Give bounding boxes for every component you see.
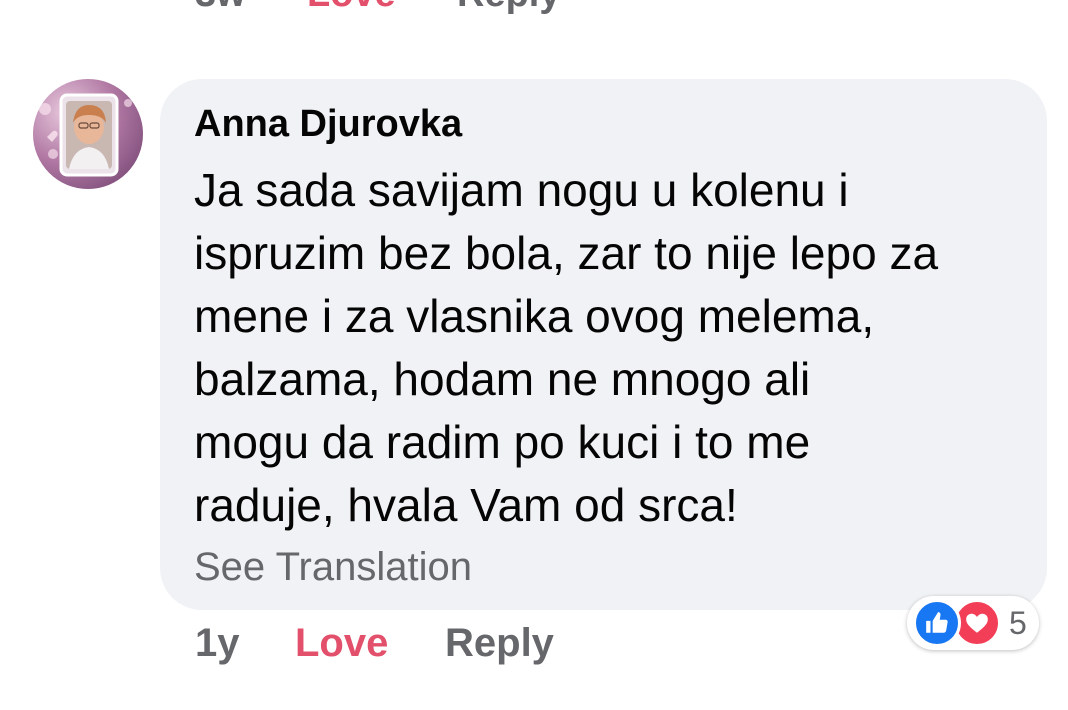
see-translation-link[interactable]: See Translation [194, 543, 472, 591]
previous-comment-timestamp: 3w [195, 0, 246, 14]
comment-text-line: ispruzim bez bola, zar to nije lepo za [194, 227, 939, 279]
comment-text-line: Ja sada savijam nogu u kolenu i [194, 164, 849, 216]
previous-comment-reply-button[interactable]: Reply [457, 0, 560, 14]
comment-text-line: raduje, hvala Vam od srca! [194, 479, 738, 531]
reactions-summary[interactable]: 5 [907, 596, 1039, 650]
comment-text-line: balzama, hodam ne mnogo ali [194, 353, 811, 405]
comment-thread: 3w Love Reply Anna Djurovka Ja sada savi… [0, 0, 1068, 710]
comment-bubble: Anna Djurovka Ja sada savijam nogu u kol… [160, 79, 1047, 610]
previous-comment-love-button[interactable]: Love [307, 0, 396, 14]
love-button[interactable]: Love [295, 618, 388, 668]
like-icon [913, 599, 961, 647]
reaction-count: 5 [1009, 605, 1027, 641]
comment-text-line: mene i za vlasnika ovog melema, [194, 290, 875, 342]
avatar[interactable] [33, 79, 143, 189]
reply-button[interactable]: Reply [445, 618, 554, 668]
comment-text: Ja sada savijam nogu u kolenu i ispruzim… [194, 159, 1034, 537]
comment-author-name[interactable]: Anna Djurovka [194, 101, 462, 147]
avatar-photo-icon [39, 93, 132, 177]
comment-timestamp: 1y [195, 621, 240, 665]
comment-text-line: mogu da radim po kuci i to me [194, 416, 811, 468]
